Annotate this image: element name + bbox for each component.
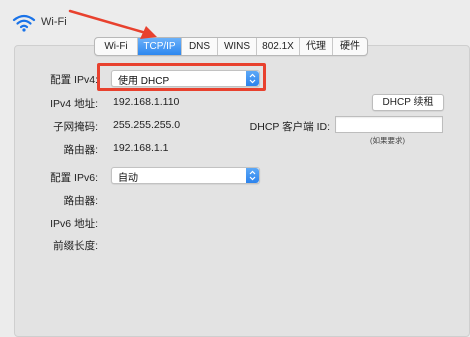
- configure-ipv6-label: 配置 IPv6:: [50, 172, 98, 184]
- tab-wins[interactable]: WINS: [218, 38, 257, 55]
- tab-hardware[interactable]: 硬件: [333, 38, 367, 55]
- ipv4-address-value: 192.168.1.110: [113, 96, 180, 108]
- configure-ipv6-value: 自动: [118, 173, 138, 184]
- router-value: 192.168.1.1: [113, 142, 169, 154]
- tab-8021x[interactable]: 802.1X: [257, 38, 300, 55]
- dhcp-renew-button[interactable]: DHCP 续租: [372, 94, 444, 111]
- tab-bar: Wi-Fi TCP/IP DNS WINS 802.1X 代理 硬件: [94, 37, 368, 56]
- dhcp-client-id-label: DHCP 客户端 ID:: [249, 121, 330, 133]
- configure-ipv4-label: 配置 IPv4:: [50, 74, 98, 86]
- ipv4-address-label: IPv4 地址:: [50, 98, 98, 110]
- tab-proxy[interactable]: 代理: [300, 38, 333, 55]
- subnet-mask-value: 255.255.255.0: [113, 119, 181, 131]
- tab-dns[interactable]: DNS: [182, 38, 218, 55]
- router-label: 路由器:: [63, 144, 98, 156]
- tab-wifi[interactable]: Wi-Fi: [95, 38, 138, 55]
- wifi-icon: [12, 14, 36, 32]
- prefix-length-label: 前缀长度:: [53, 240, 98, 252]
- dhcp-client-id-field[interactable]: [335, 116, 443, 133]
- tab-tcpip[interactable]: TCP/IP: [138, 38, 182, 55]
- configure-ipv6-select[interactable]: 自动: [111, 167, 260, 184]
- ipv6-router-label: 路由器:: [63, 195, 98, 207]
- subnet-mask-label: 子网掩码:: [53, 121, 98, 133]
- select-stepper-icon: [246, 168, 259, 183]
- ipv6-address-label: IPv6 地址:: [50, 218, 98, 230]
- network-title: Wi-Fi: [41, 16, 67, 28]
- dhcp-client-id-hint: (如果要求): [370, 136, 405, 145]
- annotation-highlight-box: [97, 63, 266, 91]
